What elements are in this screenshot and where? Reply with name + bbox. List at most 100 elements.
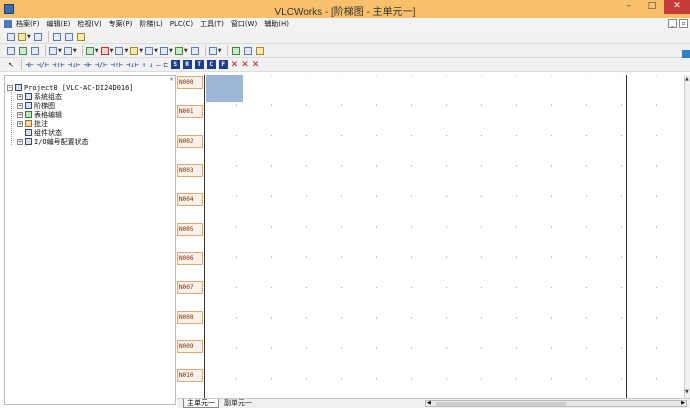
rung-number[interactable]: N007	[177, 281, 203, 294]
contact-nc-button[interactable]: ⊣/⊢	[36, 61, 49, 69]
tree-expander[interactable]: +	[17, 138, 23, 145]
delete-horizontal-button[interactable]: ✕	[241, 60, 249, 70]
force-icon	[115, 46, 124, 55]
tree-expander[interactable]: +	[17, 120, 23, 127]
tree-root-project[interactable]: − Project0 [VLC-AC-DI24D016]	[7, 83, 134, 92]
rung-number[interactable]: N001	[177, 105, 203, 118]
contact-no-button[interactable]: ⊣⊢	[25, 61, 33, 69]
connect-button[interactable]	[18, 45, 28, 56]
scroll-thumb[interactable]	[436, 402, 566, 406]
compile-button[interactable]	[6, 45, 16, 56]
scroll-up-icon[interactable]: ▲	[685, 76, 689, 82]
menu-project[interactable]: 专案(P)	[109, 19, 133, 29]
rung-number[interactable]: N004	[177, 193, 203, 206]
parallel-no-button[interactable]: ⊣⊢	[83, 61, 91, 69]
new-file-button[interactable]	[6, 31, 16, 42]
mdi-minimize-button[interactable]: _	[668, 19, 677, 28]
function-block-button[interactable]: F	[218, 60, 228, 69]
view-ladder-button[interactable]	[52, 31, 62, 42]
select-tool-button[interactable]: ↖	[6, 59, 16, 70]
menu-edit[interactable]: 编辑(E)	[47, 19, 71, 29]
rung-number[interactable]: N000	[177, 76, 203, 89]
menu-view[interactable]: 检视(V)	[77, 19, 101, 29]
vertical-scrollbar[interactable]	[684, 75, 690, 398]
tab-sub-unit[interactable]: 副单元一	[221, 399, 255, 408]
document-icon[interactable]	[4, 20, 12, 28]
tree-expander[interactable]: +	[17, 93, 23, 100]
menu-help[interactable]: 辅助(H)	[264, 19, 289, 29]
toolbar-separator	[21, 59, 22, 70]
chart-button[interactable]	[231, 45, 241, 56]
tree-connector	[11, 89, 12, 145]
menu-plc[interactable]: PLC(C)	[170, 20, 193, 28]
table-button[interactable]	[243, 45, 253, 56]
panel-close-button[interactable]: ×	[169, 76, 174, 83]
grid-button[interactable]	[76, 31, 86, 42]
horizontal-line-button[interactable]: —	[156, 61, 160, 69]
menu-ladder[interactable]: 阶梯(L)	[139, 19, 162, 29]
tree-expander[interactable]: −	[7, 84, 13, 91]
title-bar: VLCWorks - [阶梯图 - 主单元一] – □ ✕	[0, 0, 690, 18]
timer-button[interactable]: ▼	[145, 45, 158, 56]
close-button[interactable]: ✕	[664, 0, 690, 14]
scroll-left-icon[interactable]: ◀	[427, 400, 431, 406]
horizontal-scrollbar[interactable]: ◀ ▶	[425, 400, 687, 407]
ladder-editor[interactable]: N000 N001 N002 N003 N004 N005 N006 N007 …	[177, 75, 688, 398]
run-button[interactable]: ▼	[85, 45, 99, 56]
register-icon	[130, 46, 139, 55]
parallel-falling-button[interactable]: ⊣↓⊢	[126, 61, 139, 69]
force-button[interactable]: ▼	[115, 45, 128, 56]
rung-number[interactable]: N006	[177, 252, 203, 265]
network-button[interactable]	[255, 45, 265, 56]
counter-block-button[interactable]: C	[206, 60, 216, 69]
settings-button[interactable]: ▼	[208, 45, 222, 56]
contact-rising-button[interactable]: ⊣↑⊢	[52, 61, 65, 69]
rung-number[interactable]: N009	[177, 340, 203, 353]
tree-expander[interactable]: +	[17, 111, 23, 118]
data-button[interactable]: ▼	[174, 45, 188, 56]
print-button[interactable]	[190, 45, 200, 56]
reset-coil-button[interactable]: R	[182, 60, 192, 69]
connect-icon	[19, 46, 27, 55]
tree-item-io-config[interactable]: + I/O编号配置状态	[17, 137, 89, 146]
upload-button[interactable]: ▼	[63, 45, 77, 56]
delete-element-button[interactable]: ✕	[231, 60, 239, 70]
scroll-down-icon[interactable]: ▼	[685, 389, 689, 395]
counter-button[interactable]: ▼	[160, 45, 173, 56]
parallel-nc-button[interactable]: ⊣/⊢	[95, 61, 108, 69]
delete-vertical-button[interactable]: ✕	[252, 60, 260, 70]
rung-number[interactable]: N010	[177, 369, 203, 382]
toolbar-separator	[204, 45, 206, 56]
upload-icon	[63, 46, 72, 55]
rung-number[interactable]: N008	[177, 311, 203, 324]
monitor-button[interactable]	[30, 45, 40, 56]
timer-block-button[interactable]: T	[194, 60, 204, 69]
rung-number[interactable]: N002	[177, 135, 203, 148]
save-button[interactable]	[33, 31, 43, 42]
rung-number[interactable]: N003	[177, 164, 203, 177]
tree-expander[interactable]: +	[17, 102, 23, 109]
register-button[interactable]: ▼	[130, 45, 143, 56]
open-file-button[interactable]: ▼	[18, 31, 31, 42]
set-coil-button[interactable]: S	[170, 60, 180, 69]
tab-main-unit[interactable]: 主单元一	[183, 399, 219, 408]
contact-falling-button[interactable]: ⊣↓⊢	[68, 61, 81, 69]
edit-cursor[interactable]	[206, 75, 243, 102]
ladder-grid[interactable]	[204, 75, 688, 398]
mdi-restore-button[interactable]: ▫	[679, 19, 688, 28]
menu-window[interactable]: 窗口(W)	[231, 19, 257, 29]
download-button[interactable]: ▼	[49, 45, 62, 56]
pulse-down-button[interactable]: ↓	[149, 61, 153, 69]
pulse-up-button[interactable]: ↑	[142, 61, 146, 69]
vertical-line-button[interactable]: ⊏	[163, 61, 167, 69]
scroll-right-icon[interactable]: ▶	[681, 400, 685, 406]
maximize-button[interactable]: □	[641, 0, 663, 14]
ladder-view-icon	[52, 32, 61, 41]
view-list-button[interactable]	[64, 31, 74, 42]
stop-button[interactable]: ▼	[100, 45, 113, 56]
rung-number[interactable]: N005	[177, 223, 203, 236]
parallel-rising-button[interactable]: ⊣↑⊢	[111, 61, 124, 69]
menu-tools[interactable]: 工具(T)	[200, 19, 224, 29]
minimize-button[interactable]: –	[618, 0, 640, 14]
menu-file[interactable]: 档案(F)	[16, 19, 40, 29]
